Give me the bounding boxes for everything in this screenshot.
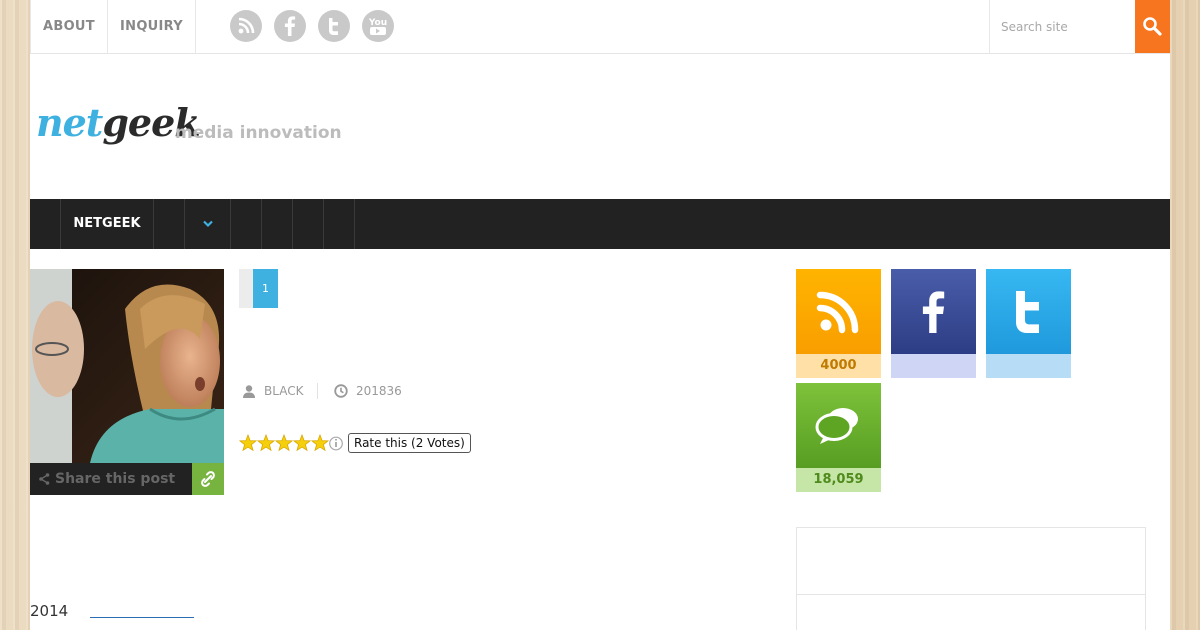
nav-item-blank[interactable]: [262, 199, 293, 249]
nav-item-blank[interactable]: [231, 199, 262, 249]
pager-current[interactable]: 1: [253, 269, 278, 308]
twitter-count: [986, 354, 1071, 378]
search-input[interactable]: [990, 0, 1136, 54]
facebook-icon: [922, 291, 945, 333]
twitter-icon[interactable]: [318, 10, 350, 42]
rss-tile[interactable]: [796, 269, 881, 354]
rating-star[interactable]: [238, 433, 258, 452]
rating-star[interactable]: [256, 433, 276, 452]
share-this-post-label[interactable]: Share this post: [55, 463, 175, 495]
post-rating: Rate this (2 Votes): [238, 433, 471, 453]
post-thumbnail-image: [30, 269, 224, 463]
nav-item-blank[interactable]: [293, 199, 324, 249]
nav-item-dropdown[interactable]: [185, 199, 231, 249]
logo-net: net: [36, 100, 103, 145]
sidebar-widget: [796, 527, 1146, 630]
rating-star[interactable]: [292, 433, 312, 452]
share-icon: [39, 473, 50, 485]
search-button[interactable]: [1135, 0, 1170, 53]
search-icon: [1143, 17, 1162, 36]
rating-tooltip: Rate this (2 Votes): [348, 433, 471, 453]
page: ABOUT INQUIRY You ne: [30, 0, 1170, 630]
twitter-tile[interactable]: [986, 269, 1071, 354]
sidebar-widget-divider: [797, 594, 1145, 595]
rss-icon: [816, 291, 859, 334]
comments-tile[interactable]: [796, 383, 881, 468]
top-bar: ABOUT INQUIRY You: [30, 0, 1170, 54]
youtube-icon[interactable]: You: [362, 10, 394, 42]
nav-item-blank[interactable]: [324, 199, 355, 249]
site-tagline: media innovation: [175, 123, 342, 143]
post-thumbnail[interactable]: [30, 269, 224, 463]
chevron-down-icon: [203, 220, 213, 228]
rss-count: 4000: [796, 354, 881, 378]
facebook-count: [891, 354, 976, 378]
year-text: 2014: [30, 602, 69, 620]
comments-icon: [815, 408, 858, 444]
post-date: 201836: [356, 384, 402, 398]
rss-icon[interactable]: [230, 10, 262, 42]
share-bar: Share this post: [30, 463, 224, 495]
top-link-about[interactable]: ABOUT: [30, 0, 108, 54]
twitter-icon: [1016, 291, 1039, 333]
search-box: [989, 0, 1136, 54]
rating-stars[interactable]: [238, 433, 345, 453]
youtube-icon-text: You: [368, 18, 387, 28]
link-icon: [201, 471, 215, 487]
share-link-button[interactable]: [192, 463, 224, 495]
comments-count: 18,059: [796, 468, 881, 492]
nav-item-blank[interactable]: [30, 199, 61, 249]
main-nav: NETGEEK: [30, 199, 1170, 249]
pager-prev[interactable]: [239, 269, 253, 308]
facebook-icon[interactable]: [274, 10, 306, 42]
facebook-tile[interactable]: [891, 269, 976, 354]
user-icon: [243, 385, 255, 398]
clock-icon: [334, 384, 348, 398]
nav-item-blank[interactable]: [154, 199, 185, 249]
info-icon[interactable]: [329, 436, 343, 451]
rating-star[interactable]: [310, 433, 330, 452]
underlined-link[interactable]: [90, 617, 194, 618]
meta-divider: [317, 383, 318, 399]
top-link-inquiry[interactable]: INQUIRY: [108, 0, 196, 54]
nav-item-netgeek[interactable]: NETGEEK: [61, 199, 154, 249]
post-author[interactable]: BLACK: [264, 382, 303, 400]
rating-star[interactable]: [274, 433, 294, 452]
